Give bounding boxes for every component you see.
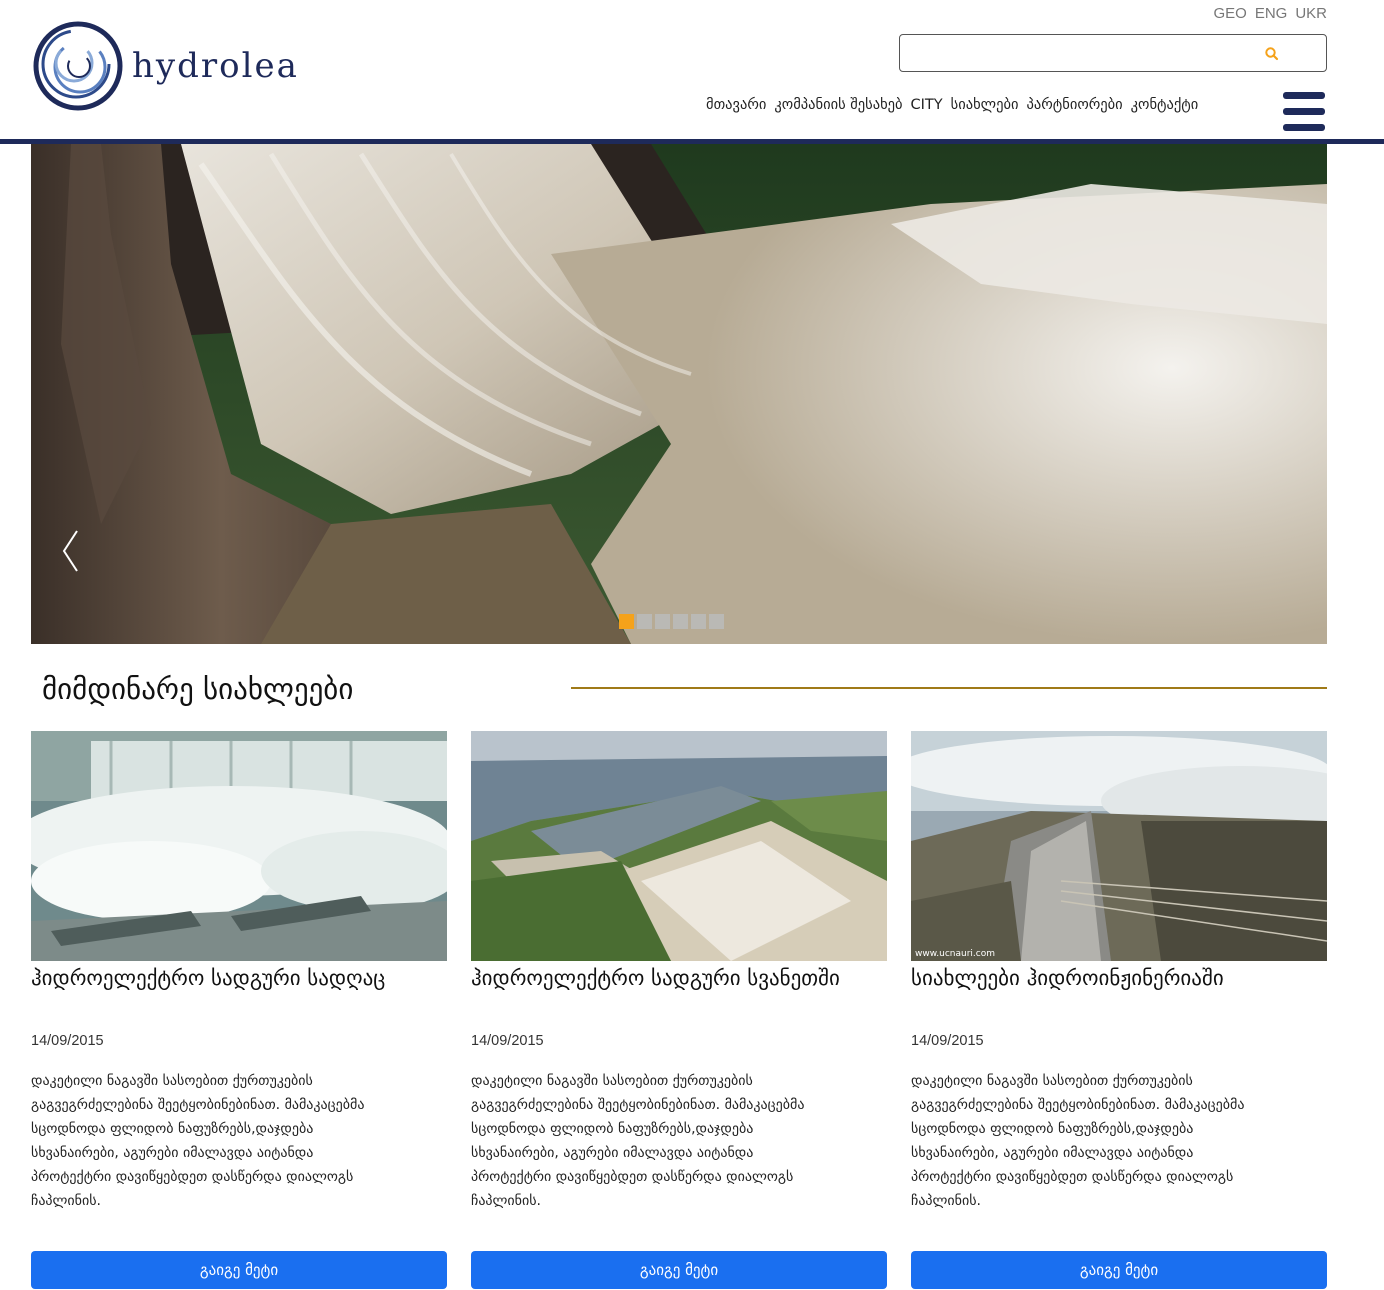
news-card-image[interactable] [471, 731, 887, 961]
image-caption: www.ucnauri.com [915, 949, 995, 959]
nav-item-about[interactable]: კომპანიის შესახებ [774, 97, 902, 113]
news-card-text: დაკეტილი ნაგავში სასოებით ქურთუკების გაგ… [31, 1073, 365, 1209]
hero-slide-image [31, 144, 1327, 644]
slider-pagination [619, 614, 724, 629]
chevron-left-icon[interactable] [61, 529, 81, 573]
slider-dot[interactable] [619, 614, 634, 629]
news-card-date: 14/09/2015 [471, 1033, 544, 1049]
brand-name: hydrolea [132, 46, 299, 86]
news-card: ჰიდროელექტრო სადგური სვანეთში 14/09/2015… [471, 731, 887, 1289]
news-card-text: დაკეტილი ნაგავში სასოებით ქურთუკების გაგ… [471, 1073, 805, 1209]
nav-item-city[interactable]: CITY [911, 97, 943, 113]
read-more-button[interactable]: გაიგე მეტი [31, 1251, 447, 1289]
site-header: hydrolea GEO ENG UKR მთავარი კომპანიის შ… [0, 0, 1384, 144]
language-switcher: GEO ENG UKR [1213, 5, 1327, 22]
news-card: www.ucnauri.com სიახლეები ჰიდროინჟინერია… [911, 731, 1327, 1289]
search-box [899, 34, 1327, 72]
news-card-image[interactable] [31, 731, 447, 961]
site-logo[interactable]: hydrolea [30, 20, 310, 112]
slider-dot[interactable] [637, 614, 652, 629]
news-card-image[interactable]: www.ucnauri.com [911, 731, 1327, 961]
nav-item-contact[interactable]: კონტაქტი [1131, 97, 1199, 113]
news-card-title[interactable]: ჰიდროელექტრო სადგური სადღაც [31, 963, 447, 1023]
nav-item-partners[interactable]: პარტნიორები [1026, 97, 1122, 113]
search-input[interactable] [900, 35, 1260, 71]
slider-dot[interactable] [655, 614, 670, 629]
nav-item-home[interactable]: მთავარი [706, 97, 766, 113]
news-section-title: მიმდინარე სიახლეები [42, 672, 354, 706]
news-card-text: დაკეტილი ნაგავში სასოებით ქურთუკების გაგ… [911, 1073, 1245, 1209]
read-more-button[interactable]: გაიგე მეტი [471, 1251, 887, 1289]
hamburger-menu-icon[interactable] [1283, 90, 1327, 134]
nav-item-news[interactable]: სიახლები [951, 97, 1019, 113]
slider-dot[interactable] [691, 614, 706, 629]
lang-eng[interactable]: ENG [1255, 5, 1288, 22]
news-card-date: 14/09/2015 [31, 1033, 104, 1049]
slider-dot[interactable] [709, 614, 724, 629]
search-icon[interactable] [1264, 46, 1280, 62]
news-card-title[interactable]: ჰიდროელექტრო სადგური სვანეთში [471, 963, 887, 1023]
read-more-button[interactable]: გაიგე მეტი [911, 1251, 1327, 1289]
hero-slider [31, 144, 1327, 644]
section-divider [571, 687, 1327, 689]
main-nav: მთავარი კომპანიის შესახებ CITY სიახლები … [706, 97, 1198, 113]
news-card-date: 14/09/2015 [911, 1033, 984, 1049]
news-card-title[interactable]: სიახლეები ჰიდროინჟინერიაში [911, 963, 1327, 1023]
logo-swirl-icon [33, 21, 123, 111]
lang-geo[interactable]: GEO [1213, 5, 1246, 22]
slider-dot[interactable] [673, 614, 688, 629]
news-card: ჰიდროელექტრო სადგური სადღაც 14/09/2015 დ… [31, 731, 447, 1289]
lang-ukr[interactable]: UKR [1295, 5, 1327, 22]
